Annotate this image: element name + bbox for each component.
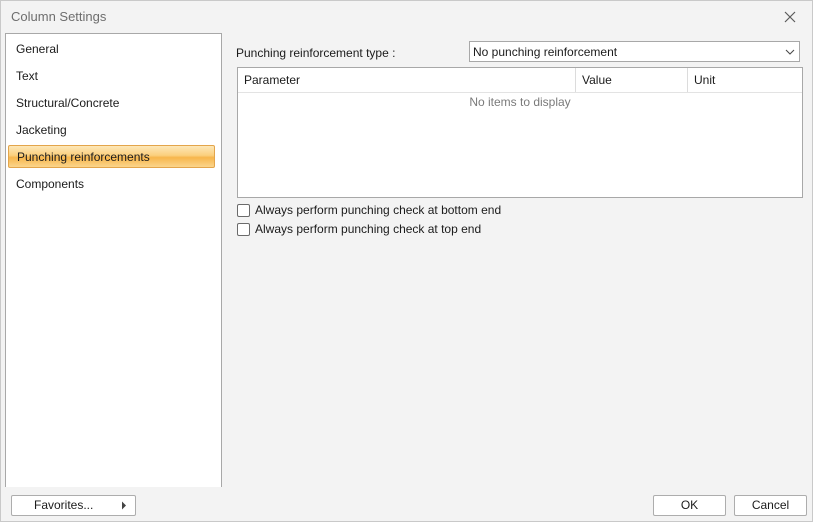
punching-type-label: Punching reinforcement type : — [236, 46, 396, 60]
close-button[interactable] — [768, 1, 812, 32]
grid-empty-message: No items to display — [469, 95, 571, 109]
nav-item-general[interactable]: General — [8, 38, 215, 61]
top-end-checkbox[interactable] — [237, 222, 250, 236]
bottom-end-checkbox[interactable] — [237, 203, 250, 217]
chevron-down-icon — [785, 49, 795, 55]
favorites-label: Favorites... — [34, 498, 94, 512]
punching-settings-panel: Punching reinforcement type : No punchin… — [222, 33, 811, 486]
bottom-end-check-label: Always perform punching check at bottom … — [255, 203, 502, 217]
punching-type-value: No punching reinforcement — [473, 45, 618, 59]
parameter-grid[interactable]: Parameter Value Unit No items to display — [237, 67, 803, 198]
column-header-parameter[interactable]: Parameter — [238, 68, 576, 92]
column-settings-dialog: Column Settings General Text Structural/… — [0, 0, 813, 522]
ok-button[interactable]: OK — [653, 495, 726, 516]
column-header-unit[interactable]: Unit — [688, 68, 802, 92]
chevron-right-icon — [122, 501, 126, 510]
column-header-value[interactable]: Value — [576, 68, 688, 92]
dialog-footer: Favorites... OK Cancel — [1, 487, 812, 521]
favorites-button[interactable]: Favorites... — [11, 495, 136, 516]
close-icon — [784, 11, 796, 22]
window-title: Column Settings — [11, 9, 107, 24]
nav-item-components[interactable]: Components — [8, 173, 215, 196]
bottom-end-check-option[interactable]: Always perform punching check at bottom … — [237, 202, 501, 218]
nav-item-jacketing[interactable]: Jacketing — [8, 119, 215, 142]
nav-item-structural-concrete[interactable]: Structural/Concrete — [8, 92, 215, 115]
punching-type-dropdown[interactable]: No punching reinforcement — [469, 41, 800, 62]
grid-header: Parameter Value Unit — [238, 68, 802, 93]
top-end-check-label: Always perform punching check at top end — [255, 222, 482, 236]
settings-nav: General Text Structural/Concrete Jacketi… — [5, 33, 222, 488]
nav-item-punching-reinforcements[interactable]: Punching reinforcements — [8, 145, 215, 168]
cancel-button[interactable]: Cancel — [734, 495, 807, 516]
top-end-check-option[interactable]: Always perform punching check at top end — [237, 221, 481, 237]
title-bar: Column Settings — [1, 1, 812, 32]
nav-item-text[interactable]: Text — [8, 65, 215, 88]
